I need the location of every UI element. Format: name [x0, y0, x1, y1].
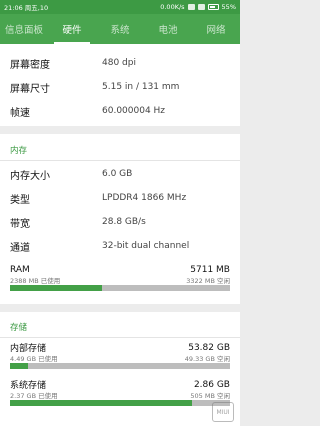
- tab-dashboard[interactable]: 信息面板: [0, 14, 48, 44]
- row-label: 帧速: [10, 107, 30, 119]
- status-bar: 21:06 周五,10 0.00K/s 55%: [0, 0, 240, 14]
- system-storage-free: 505 MB 空闲: [190, 391, 230, 400]
- ram-label: RAM: [10, 264, 30, 275]
- row-value: 5.15 in / 131 mm: [102, 82, 180, 92]
- ram-progress-track: [10, 285, 230, 291]
- row-value: 28.8 GB/s: [102, 217, 146, 227]
- row-label: 屏幕尺寸: [10, 83, 50, 95]
- tab-battery[interactable]: 电池: [144, 14, 192, 44]
- battery-icon: [207, 4, 219, 10]
- row-label: 类型: [10, 194, 30, 206]
- internal-storage-used: 4.49 GB 已使用: [10, 354, 58, 363]
- network-speed: 0.00K/s: [160, 3, 185, 11]
- miui-watermark: MIUI: [212, 402, 234, 422]
- info-row-channel: 通道 32-bit dual channel: [10, 235, 230, 257]
- internal-storage-usage: 内部存储 53.82 GB 4.49 GB 已使用 49.33 GB 空闲: [10, 342, 230, 369]
- internal-storage-fill: [10, 363, 29, 369]
- display-card: 屏幕密度 480 dpi 屏幕尺寸 5.15 in / 131 mm 帧速 60…: [0, 44, 240, 126]
- info-row-size: 屏幕尺寸 5.15 in / 131 mm: [10, 76, 230, 98]
- row-label: 带宽: [10, 218, 30, 230]
- storage-section-title: 存储: [10, 323, 28, 333]
- internal-storage-total: 53.82 GB: [188, 342, 230, 353]
- system-storage-fill: [10, 400, 193, 406]
- row-value: 60.000004 Hz: [102, 106, 166, 116]
- row-label: 通道: [10, 242, 30, 254]
- tab-hardware[interactable]: 硬件: [48, 14, 96, 44]
- memory-section-title: 内存: [10, 146, 28, 156]
- info-row-density: 屏幕密度 480 dpi: [10, 52, 230, 74]
- info-row-bandwidth: 带宽 28.8 GB/s: [10, 211, 230, 233]
- internal-storage-free: 49.33 GB 空闲: [184, 354, 230, 363]
- internal-storage-track: [10, 363, 230, 369]
- system-storage-total: 2.86 GB: [193, 379, 230, 390]
- tab-network[interactable]: 网络: [192, 14, 240, 44]
- signal-icon: [197, 4, 205, 10]
- ram-free: 3322 MB 空闲: [186, 276, 230, 285]
- info-row-memory-type: 类型 LPDDR4 1866 MHz: [10, 187, 230, 209]
- storage-card: 存储 内部存储 53.82 GB 4.49 GB 已使用 49.33 GB 空闲…: [0, 312, 240, 426]
- watermark-text: MIUI: [216, 408, 230, 416]
- info-row-memory-size: 内存大小 6.0 GB: [10, 163, 230, 185]
- row-value: 6.0 GB: [102, 169, 133, 179]
- row-value: LPDDR4 1866 MHz: [102, 193, 187, 203]
- ram-total: 5711 MB: [190, 264, 230, 275]
- section-divider: [0, 337, 240, 338]
- system-storage-track: [10, 400, 230, 406]
- ram-progress-fill: [10, 285, 102, 291]
- ram-usage: RAM 5711 MB 2388 MB 已使用 3322 MB 空闲: [10, 264, 230, 291]
- system-storage-used: 2.37 GB 已使用: [10, 391, 58, 400]
- info-row-refresh: 帧速 60.000004 Hz: [10, 100, 230, 122]
- tab-system[interactable]: 系统: [96, 14, 144, 44]
- section-divider: [0, 160, 240, 161]
- battery-percent: 55%: [221, 3, 236, 11]
- row-value: 32-bit dual channel: [102, 241, 190, 251]
- row-label: 屏幕密度: [10, 59, 50, 71]
- row-value: 480 dpi: [102, 58, 136, 68]
- memory-card: 内存 内存大小 6.0 GB 类型 LPDDR4 1866 MHz 带宽 28.…: [0, 134, 240, 304]
- tab-bar: 信息面板 硬件 系统 电池 网络: [0, 14, 240, 44]
- row-label: 内存大小: [10, 170, 50, 182]
- system-storage-usage: 系统存储 2.86 GB 2.37 GB 已使用 505 MB 空闲: [10, 379, 230, 406]
- status-time: 21:06 周五,10: [4, 4, 49, 12]
- wifi-icon: [187, 4, 195, 10]
- ram-used: 2388 MB 已使用: [10, 276, 61, 285]
